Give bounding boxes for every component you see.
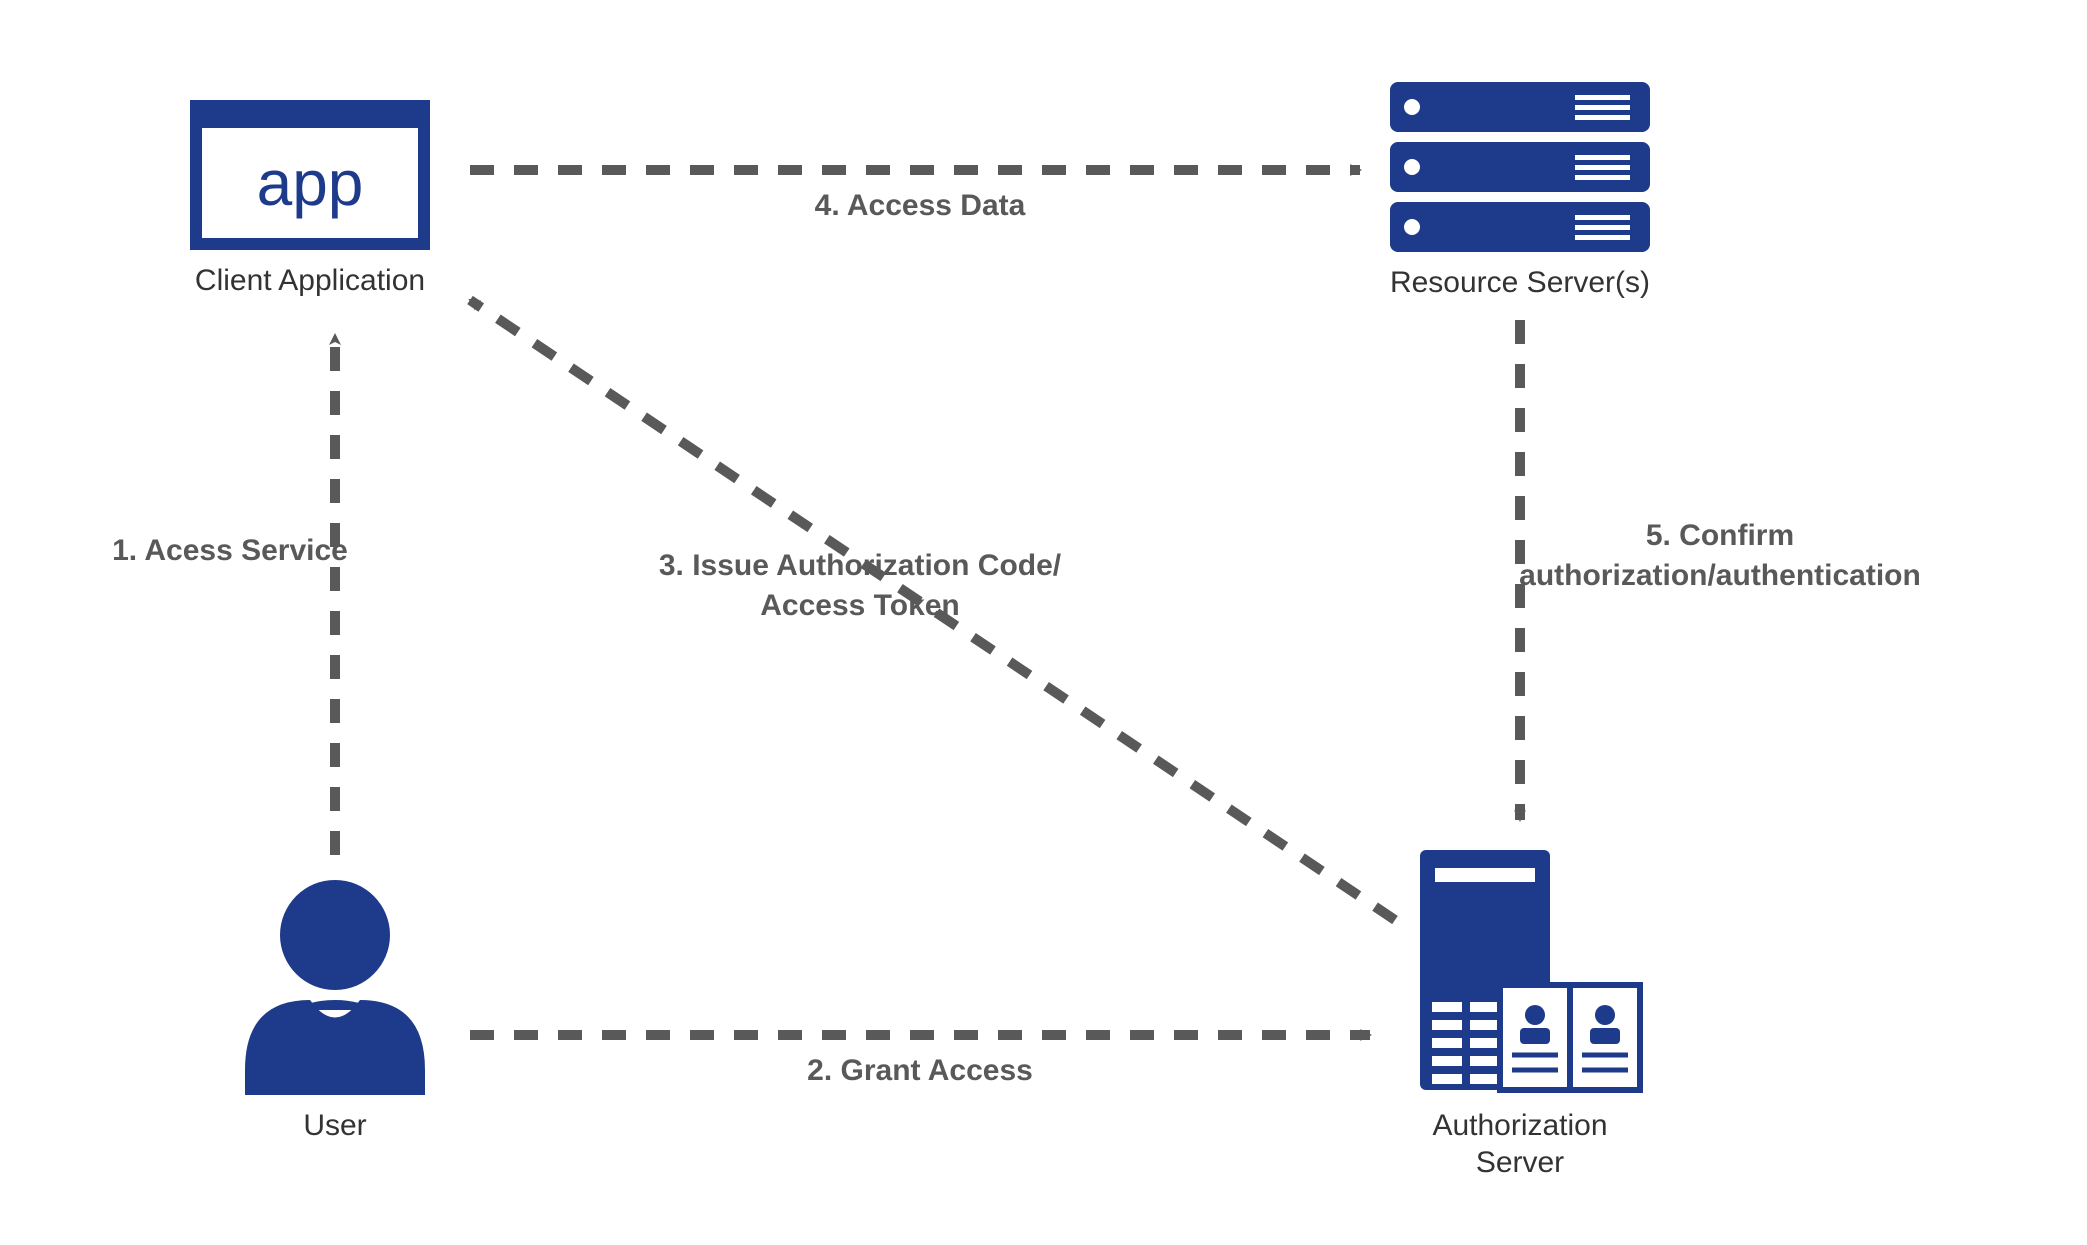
user-node: User bbox=[245, 880, 425, 1142]
edge-confirm-auth: 5. Confirm authorization/authentication bbox=[1519, 320, 1921, 820]
edge-issue-code-label-2: Access Token bbox=[760, 589, 960, 622]
user-label: User bbox=[303, 1109, 366, 1142]
authorization-server-node: Authorization Server bbox=[1420, 850, 1640, 1179]
edge-confirm-auth-label-1: 5. Confirm bbox=[1646, 519, 1794, 552]
edge-confirm-auth-label-2: authorization/authentication bbox=[1519, 559, 1921, 592]
edge-grant-access: 2. Grant Access bbox=[470, 1035, 1370, 1087]
edge-access-service: 1. Acess Service bbox=[112, 335, 348, 855]
resource-servers-node: Resource Server(s) bbox=[1390, 82, 1650, 299]
edge-issue-code-label-1: 3. Issue Authorization Code/ bbox=[659, 549, 1062, 582]
client-application-node: app Client Application bbox=[190, 100, 430, 297]
resource-servers-label: Resource Server(s) bbox=[1390, 266, 1650, 299]
app-window-text: app bbox=[257, 147, 364, 219]
edge-access-data-label: 4. Access Data bbox=[815, 189, 1026, 222]
authorization-server-label-line1: Authorization bbox=[1432, 1109, 1607, 1142]
edge-access-data: 4. Access Data bbox=[470, 170, 1360, 222]
edge-issue-code: 3. Issue Authorization Code/ Access Toke… bbox=[470, 300, 1395, 920]
edge-grant-access-label: 2. Grant Access bbox=[807, 1054, 1033, 1087]
authorization-server-label-line2: Server bbox=[1476, 1146, 1564, 1179]
edge-access-service-label: 1. Acess Service bbox=[112, 534, 348, 567]
directory-book-icon bbox=[1500, 985, 1640, 1090]
client-application-label: Client Application bbox=[195, 264, 425, 297]
server-stack-icon bbox=[1390, 82, 1650, 252]
app-window-icon: app bbox=[190, 100, 430, 250]
user-icon bbox=[245, 880, 425, 1095]
